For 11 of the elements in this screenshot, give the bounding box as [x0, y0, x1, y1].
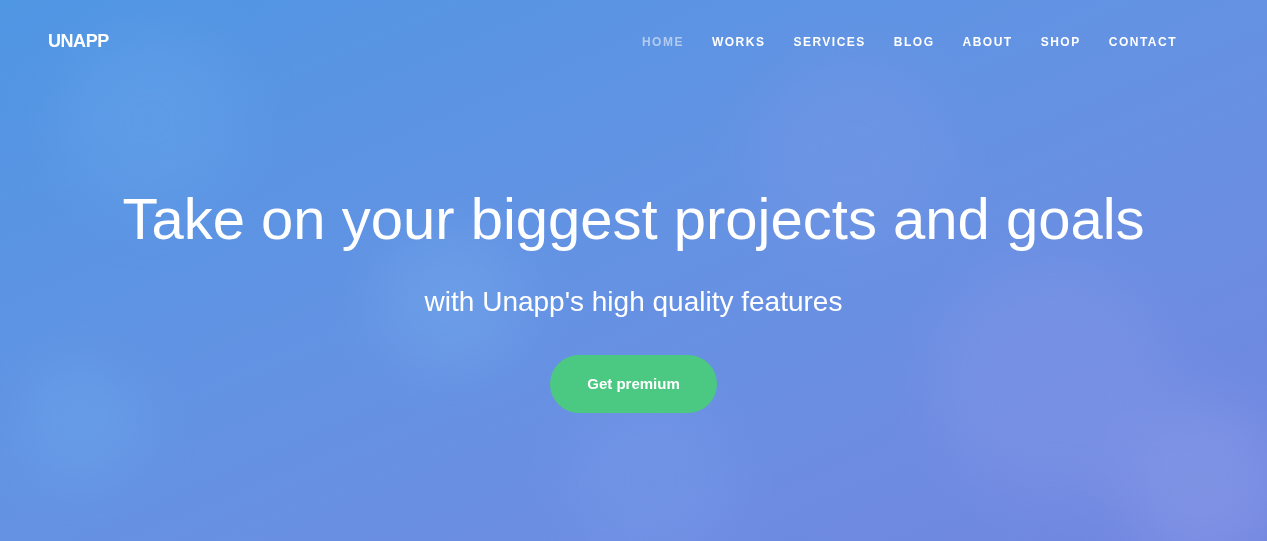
- get-premium-button[interactable]: Get premium: [550, 354, 717, 413]
- nav-link[interactable]: BLOG: [893, 32, 935, 51]
- nav-link[interactable]: SHOP: [1040, 32, 1081, 51]
- nav-link[interactable]: ABOUT: [962, 32, 1013, 51]
- nav-link[interactable]: WORKS: [711, 32, 766, 51]
- logo[interactable]: UNAPP: [48, 28, 109, 55]
- nav-link[interactable]: HOME: [641, 32, 684, 51]
- hero-subtitle: with Unapp's high quality features: [424, 284, 843, 319]
- nav-link[interactable]: CONTACT: [1108, 32, 1177, 51]
- nav-link[interactable]: SERVICES: [793, 32, 866, 51]
- hero-title: Take on your biggest projects and goals: [122, 187, 1145, 251]
